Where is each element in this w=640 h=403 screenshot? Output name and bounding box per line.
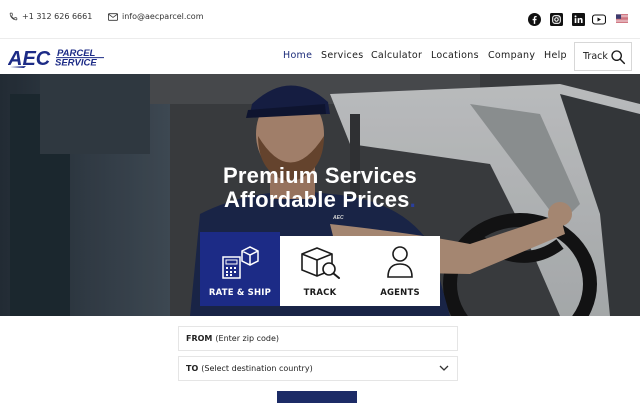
hero-headline-line1: Premium Services — [223, 163, 417, 188]
logo-service-text: SERVICE — [55, 58, 97, 69]
nav-locations[interactable]: Locations — [431, 50, 479, 61]
to-label: TO — [186, 364, 199, 373]
search-icon — [611, 50, 626, 65]
linkedin-icon[interactable] — [571, 12, 585, 26]
us-flag-icon[interactable] — [616, 14, 628, 23]
nav-company[interactable]: Company — [488, 50, 535, 61]
nav-services[interactable]: Services — [321, 50, 363, 61]
hero-headline-text: Affordable Prices — [224, 187, 410, 212]
track-button[interactable]: Track — [574, 42, 632, 71]
chevron-down-icon — [439, 365, 449, 371]
rate-and-ship-label: RATE & SHIP — [208, 288, 272, 298]
from-label: FROM — [186, 334, 213, 343]
phone-icon — [9, 12, 18, 21]
youtube-icon[interactable] — [592, 12, 606, 26]
nav-calculator[interactable]: Calculator — [371, 50, 422, 61]
hero-headline-dot: . — [409, 187, 416, 212]
box-search-icon — [301, 247, 340, 279]
nav-home[interactable]: Home — [283, 50, 312, 61]
from-zip-field[interactable]: FROM (Enter zip code) — [178, 326, 458, 351]
track-card-label: TRACK — [303, 288, 337, 298]
instagram-icon[interactable] — [549, 12, 563, 26]
agent-person-icon — [387, 246, 413, 278]
agents-card[interactable]: AGENTS — [360, 236, 440, 306]
hero-headline-line2: Affordable Prices. — [0, 187, 640, 213]
phone-number: +1 312 626 6661 — [22, 12, 93, 21]
phone-contact[interactable]: +1 312 626 6661 — [9, 12, 92, 21]
to-country-select[interactable]: TO (Select destination country) — [178, 356, 458, 381]
facebook-icon[interactable] — [527, 12, 541, 26]
email-contact[interactable]: info@aecparcel.com — [108, 12, 204, 21]
to-placeholder: (Select destination country) — [201, 364, 313, 373]
submit-button[interactable] — [277, 391, 357, 403]
agents-card-label: AGENTS — [380, 288, 420, 298]
top-contact-bar — [0, 0, 640, 39]
from-placeholder: (Enter zip code) — [215, 334, 279, 343]
calculator-box-icon — [222, 246, 259, 279]
track-button-label: Track — [583, 51, 608, 62]
email-address: info@aecparcel.com — [122, 12, 204, 21]
rate-and-ship-card[interactable]: RATE & SHIP — [200, 232, 280, 306]
mail-icon — [108, 12, 118, 21]
track-card[interactable]: TRACK — [280, 236, 360, 306]
nav-help[interactable]: Help — [544, 50, 567, 61]
aec-parcel-service-logo[interactable]: AEC PARCEL SERVICE — [8, 46, 106, 68]
logo-aec-text: AEC — [8, 48, 51, 68]
